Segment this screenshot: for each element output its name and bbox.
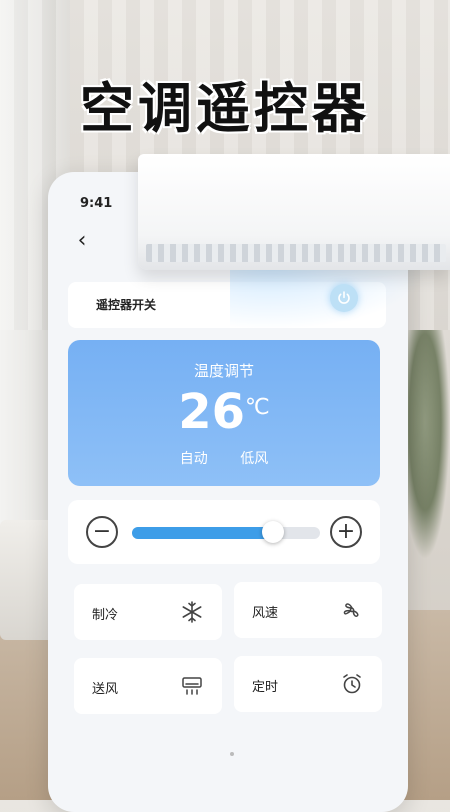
minus-icon: − <box>92 519 112 544</box>
plus-button[interactable]: + <box>330 516 362 548</box>
temperature-value: 26℃ <box>68 384 380 440</box>
air-conditioner-illustration <box>138 154 450 270</box>
power-icon <box>338 291 350 304</box>
plus-icon: + <box>336 519 356 544</box>
alarm-clock-icon <box>343 674 361 694</box>
hero-title: 空调遥控器 <box>80 77 370 140</box>
slider-thumb[interactable] <box>262 521 284 543</box>
power-button[interactable] <box>330 284 358 312</box>
temperature-unit: ℃ <box>245 395 270 420</box>
temperature-title: 温度调节 <box>193 362 254 380</box>
tile-air-supply[interactable]: 送风 <box>74 658 222 714</box>
status-time: 9:41 <box>80 196 113 211</box>
tile-cooling[interactable]: 制冷 <box>74 584 222 640</box>
snowflake-icon <box>182 601 202 623</box>
tile-label: 制冷 <box>92 608 119 623</box>
temperature-slider-card: − + <box>68 500 380 564</box>
air-vent-icon <box>182 677 202 695</box>
slider-fill <box>132 527 273 539</box>
chevron-left-icon: ‹ <box>77 227 87 253</box>
tile-label: 送风 <box>92 682 119 697</box>
tile-timer[interactable]: 定时 <box>234 656 382 712</box>
tile-label: 风速 <box>252 606 279 621</box>
back-button[interactable]: ‹ <box>70 227 94 253</box>
home-indicator <box>230 752 234 756</box>
minus-button[interactable]: − <box>86 516 118 548</box>
tile-label: 定时 <box>252 680 279 695</box>
temperature-slider[interactable] <box>132 521 320 543</box>
fan-icon <box>343 603 359 617</box>
tile-fan-speed[interactable]: 风速 <box>234 582 382 638</box>
temperature-card: 温度调节 26℃ 自动 低风 <box>68 340 380 486</box>
temperature-modes: 自动 低风 <box>68 448 380 468</box>
power-label: 遥控器开关 <box>96 298 157 312</box>
temperature-number: 26 <box>178 384 246 440</box>
fan-label: 低风 <box>240 451 269 467</box>
mode-label: 自动 <box>179 451 208 467</box>
air-conditioner-vent <box>146 244 446 262</box>
